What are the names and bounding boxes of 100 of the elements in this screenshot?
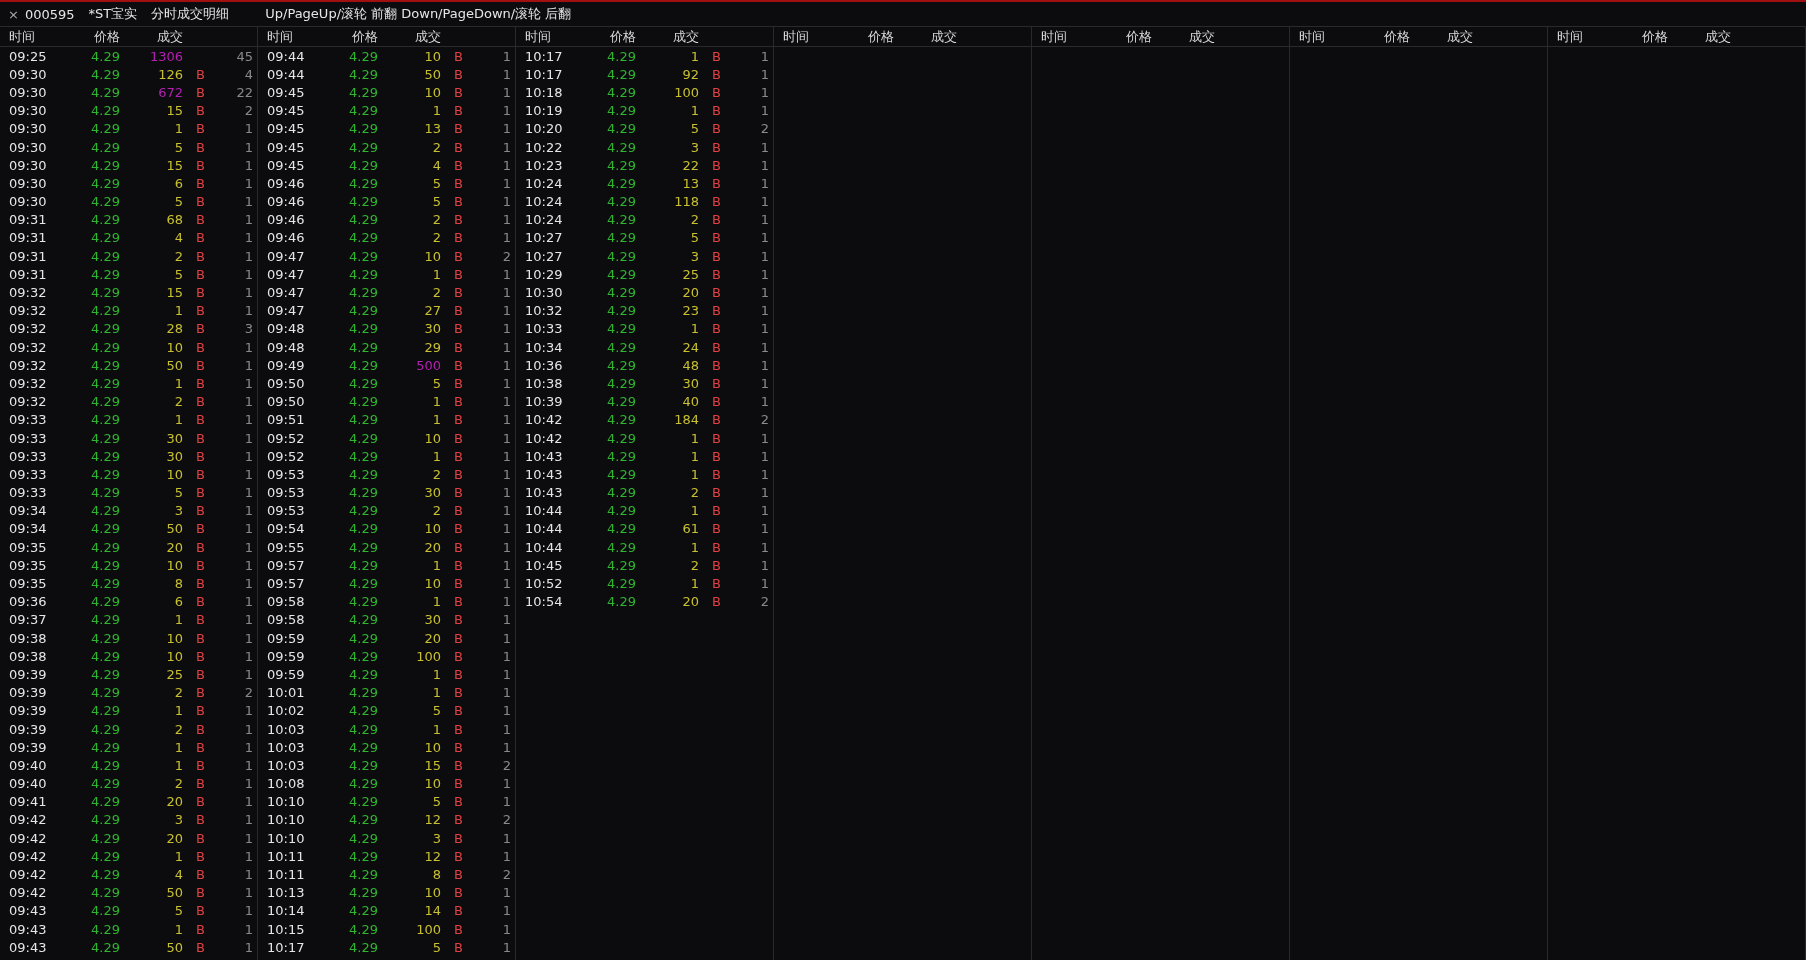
side-cell-text: B (453, 84, 463, 100)
count-cell: 1 (502, 721, 511, 737)
count-cell: 1 (244, 739, 253, 755)
side-cell-text: B (195, 848, 205, 864)
side-cell-text: B (195, 521, 205, 537)
side-cell-text: B (195, 448, 205, 464)
time-cell: 10:52 (525, 576, 563, 592)
count-cell: 1 (502, 776, 511, 792)
count-cell: 1 (244, 939, 253, 955)
price-cell: 4.29 (91, 557, 120, 573)
time-cell: 10:34 (525, 339, 563, 355)
time-cell: 10:42 (525, 412, 563, 428)
side-cell-text: B (711, 230, 721, 246)
side-cell-text: B (453, 612, 463, 628)
price-cell: 4.29 (349, 121, 378, 137)
volume-cell: 100 (674, 84, 699, 100)
time-cell: 09:32 (9, 339, 47, 355)
price-cell: 4.29 (91, 375, 120, 391)
volume-cell: 10 (424, 885, 441, 901)
side-cell-text: B (453, 412, 463, 428)
side-cell-text: B (453, 157, 463, 173)
price-cell: 4.29 (349, 84, 378, 100)
side-cell-text: B (711, 157, 721, 173)
side-cell-text: B (711, 539, 721, 555)
side-cell-text: B (711, 285, 721, 301)
side-cell-text: B (195, 921, 205, 937)
time-cell: 09:58 (267, 612, 305, 628)
time-cell: 09:59 (267, 648, 305, 664)
time-cell: 09:45 (267, 157, 305, 173)
side-cell-text: B (195, 739, 205, 755)
time-cell: 09:43 (9, 903, 47, 919)
close-button[interactable]: × (6, 6, 21, 22)
price-cell: 4.29 (607, 485, 636, 501)
count-cell: 1 (244, 194, 253, 210)
price-cell: 4.29 (349, 375, 378, 391)
stock-name: *ST宝实 (88, 5, 138, 23)
price-cell: 4.29 (91, 666, 120, 682)
column-header: 时间 (267, 27, 293, 46)
count-cell: 1 (502, 794, 511, 810)
column-header: 成交 (1705, 27, 1731, 46)
count-cell: 1 (760, 339, 769, 355)
volume-cell: 14 (424, 903, 441, 919)
price-cell: 4.29 (607, 503, 636, 519)
time-cell: 10:24 (525, 194, 563, 210)
time-cell: 10:24 (525, 212, 563, 228)
time-cell: 09:31 (9, 230, 47, 246)
count-cell: 2 (244, 685, 253, 701)
price-cell: 4.29 (349, 430, 378, 446)
side-cell-text: B (453, 776, 463, 792)
side-cell-text: B (453, 939, 463, 955)
count-cell: 1 (760, 230, 769, 246)
volume-cell: 20 (682, 285, 699, 301)
side-cell-text: B (195, 339, 205, 355)
price-cell: 4.29 (607, 412, 636, 428)
price-cell: 4.29 (349, 194, 378, 210)
price-cell: 4.29 (349, 757, 378, 773)
count-cell: 3 (244, 321, 253, 337)
side-cell-text: B (453, 921, 463, 937)
price-cell: 4.29 (607, 557, 636, 573)
time-cell: 09:25 (9, 48, 47, 64)
column-header: 时间 (783, 27, 809, 46)
count-cell: 2 (244, 103, 253, 119)
time-cell: 09:52 (267, 448, 305, 464)
count-cell: 1 (502, 848, 511, 864)
side-cell-text: B (195, 357, 205, 373)
side-cell-text: B (711, 466, 721, 482)
time-cell: 09:31 (9, 266, 47, 282)
volume-cell: 100 (416, 648, 441, 664)
side-cell-text: B (453, 303, 463, 319)
volume-cell: 13 (682, 175, 699, 191)
volume-cell: 1 (690, 539, 699, 555)
count-cell: 1 (502, 903, 511, 919)
price-cell: 4.29 (349, 339, 378, 355)
side-cell-text: B (453, 248, 463, 264)
price-cell: 4.29 (349, 903, 378, 919)
side-cell-text: B (195, 394, 205, 410)
count-cell: 1 (502, 175, 511, 191)
volume-cell: 1 (432, 557, 441, 573)
time-cell: 10:38 (525, 375, 563, 391)
volume-cell: 25 (682, 266, 699, 282)
price-cell: 4.29 (607, 448, 636, 464)
side-cell-text: B (711, 485, 721, 501)
side-cell-text: B (453, 357, 463, 373)
side-cell-text: B (711, 266, 721, 282)
side-cell-text: B (453, 121, 463, 137)
count-cell: 1 (502, 939, 511, 955)
volume-cell: 1 (690, 448, 699, 464)
time-cell: 09:42 (9, 867, 47, 883)
count-cell: 1 (244, 121, 253, 137)
volume-cell: 1 (690, 503, 699, 519)
side-cell-text: B (453, 848, 463, 864)
count-cell: 1 (502, 648, 511, 664)
side-cell-text: B (711, 321, 721, 337)
side-cell-text: B (453, 394, 463, 410)
count-cell: 1 (760, 266, 769, 282)
time-cell: 09:46 (267, 175, 305, 191)
side-cell-text: B (453, 266, 463, 282)
time-cell: 09:50 (267, 394, 305, 410)
count-cell: 1 (244, 248, 253, 264)
price-cell: 4.29 (349, 612, 378, 628)
